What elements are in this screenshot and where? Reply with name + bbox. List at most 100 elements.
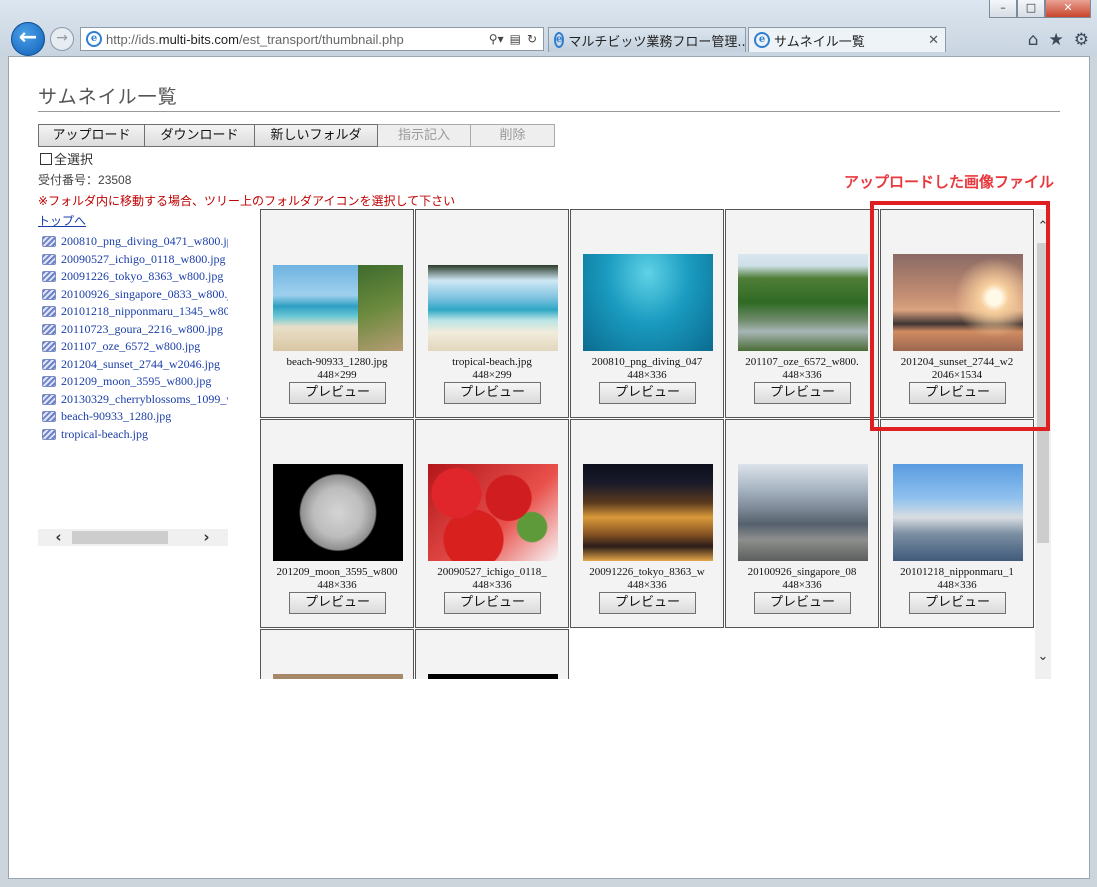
cropped-photo[interactable] <box>428 674 558 679</box>
compatibility-icon[interactable]: ▤ <box>510 32 521 46</box>
preview-button[interactable]: プレビュー <box>289 382 386 404</box>
window-controls: – □ ✕ <box>989 0 1091 18</box>
scrollbar-thumb[interactable] <box>72 531 168 544</box>
tree-file-item[interactable]: 20101218_nipponmaru_1345_w800.jpg <box>42 303 228 321</box>
address-bar[interactable]: e http://ids.multi-bits.com/est_transpor… <box>80 27 544 51</box>
preview-button[interactable]: プレビュー <box>754 592 851 614</box>
instruction-button[interactable]: 指示記入 <box>378 124 471 147</box>
url-text[interactable]: http://ids.multi-bits.com/est_transport/… <box>106 32 489 47</box>
back-arrow-icon[interactable]: ← <box>11 22 45 56</box>
tree-file-item[interactable]: tropical-beach.jpg <box>42 426 228 444</box>
tree-file-item[interactable]: 200810_png_diving_0471_w800.jpg <box>42 233 228 251</box>
thumbnail-card[interactable]: 201209_moon_3595_w800 448×336 プレビュー <box>260 419 414 628</box>
thumbnail-card[interactable]: 201107_oze_6572_w800. 448×336 プレビュー <box>725 209 879 418</box>
thumbnail-card[interactable]: 200810_png_diving_047 448×336 プレビュー <box>570 209 724 418</box>
download-button[interactable]: ダウンロード <box>145 124 255 147</box>
refresh-icon[interactable]: ↻ <box>527 32 537 46</box>
singapore-skyline-photo[interactable] <box>738 464 868 561</box>
close-window-icon[interactable]: ✕ <box>1045 0 1091 18</box>
preview-button[interactable]: プレビュー <box>599 382 696 404</box>
preview-button[interactable]: プレビュー <box>444 592 541 614</box>
tree-top-link[interactable]: トップへ <box>38 212 86 229</box>
scroll-right-icon[interactable]: › <box>198 529 215 546</box>
favorites-star-icon[interactable]: ★ <box>1049 30 1064 50</box>
tree-file-item[interactable]: beach-90933_1280.jpg <box>42 408 228 426</box>
scroll-down-icon[interactable]: ⌄ <box>1035 649 1051 669</box>
ie-logo-icon: e <box>86 31 102 47</box>
sailing-ship-photo[interactable] <box>893 464 1023 561</box>
action-toolbar: アップロード ダウンロード 新しいフォルダ 指示記入 削除 <box>38 124 555 147</box>
beach-photo[interactable] <box>273 265 403 351</box>
minimize-icon[interactable]: – <box>989 0 1017 18</box>
thumbnail-filename: beach-90933_1280.jpg <box>286 356 388 368</box>
tree-file-item[interactable]: 20130329_cherryblossoms_1099_w800.jpg <box>42 391 228 409</box>
thumbnail-card[interactable]: 20101218_nipponmaru_1 448×336 プレビュー <box>880 419 1034 628</box>
full-moon-photo[interactable] <box>273 464 403 561</box>
diving-fish-photo[interactable] <box>583 254 713 351</box>
tree-horizontal-scrollbar[interactable]: ‹ › <box>38 529 228 546</box>
tree-file-item[interactable]: 201209_moon_3595_w800.jpg <box>42 373 228 391</box>
tree-file-item[interactable]: 20091226_tokyo_8363_w800.jpg <box>42 268 228 286</box>
select-all[interactable]: 全選択 <box>40 149 93 168</box>
maximize-icon[interactable]: □ <box>1017 0 1045 18</box>
preview-button[interactable]: プレビュー <box>289 592 386 614</box>
strawberries-photo[interactable] <box>428 464 558 561</box>
tropical-beach-photo[interactable] <box>428 265 558 351</box>
image-file-icon <box>42 271 56 283</box>
thumbnail-dimensions: 448×336 <box>627 579 667 591</box>
image-file-icon <box>42 306 56 318</box>
tree-file-item[interactable]: 20100926_singapore_0833_w800.jpg <box>42 286 228 304</box>
image-file-icon <box>42 288 56 300</box>
preview-button[interactable]: プレビュー <box>599 592 696 614</box>
settings-gear-icon[interactable]: ⚙ <box>1074 30 1089 50</box>
preview-button[interactable]: プレビュー <box>444 382 541 404</box>
thumbnail-dimensions: 448×336 <box>627 369 667 381</box>
thumbnail-dimensions: 448×336 <box>317 579 357 591</box>
tab-thumbnails[interactable]: e サムネイル一覧 ✕ <box>748 27 946 52</box>
thumbnail-filename: 20101218_nipponmaru_1 <box>900 566 1014 578</box>
new-folder-button[interactable]: 新しいフォルダ <box>255 124 378 147</box>
select-all-checkbox[interactable] <box>40 152 52 165</box>
browser-toolbar-icons: ⌂ ★ ⚙ <box>1028 30 1089 50</box>
browser-chrome: – □ ✕ ← → e http://ids.multi-bits.com/es… <box>0 0 1097 56</box>
tab-label: マルチビッツ業務フロー管理... <box>568 34 746 50</box>
image-file-icon <box>42 358 56 370</box>
search-icon[interactable]: ⚲▾ <box>489 32 504 46</box>
thumbnail-card[interactable] <box>415 629 569 679</box>
tokyo-night-photo[interactable] <box>583 464 713 561</box>
tree-file-item[interactable]: 201107_oze_6572_w800.jpg <box>42 338 228 356</box>
thumbnail-card[interactable]: 20090527_ichigo_0118_ 448×336 プレビュー <box>415 419 569 628</box>
forward-arrow-icon[interactable]: → <box>50 27 74 51</box>
address-tools: ⚲▾ ▤ ↻ <box>489 32 543 46</box>
thumbnail-filename: 20091226_tokyo_8363_w <box>589 566 705 578</box>
image-file-icon <box>42 393 56 405</box>
upload-button[interactable]: アップロード <box>38 124 145 147</box>
tree-file-item[interactable]: 20110723_goura_2216_w800.jpg <box>42 321 228 339</box>
file-tree: 200810_png_diving_0471_w800.jpg 20090527… <box>42 233 228 533</box>
river-forest-photo[interactable] <box>738 254 868 351</box>
thumbnail-filename: 200810_png_diving_047 <box>591 356 703 368</box>
cropped-photo[interactable] <box>273 674 403 679</box>
thumbnail-card[interactable] <box>260 629 414 679</box>
thumbnail-filename: 20090527_ichigo_0118_ <box>437 566 547 578</box>
highlight-box <box>870 201 1050 431</box>
thumbnail-dimensions: 448×336 <box>782 579 822 591</box>
tree-file-item[interactable]: 201204_sunset_2744_w2046.jpg <box>42 356 228 374</box>
page-content: サムネイル一覧 アップロード ダウンロード 新しいフォルダ 指示記入 削除 全選… <box>8 56 1090 879</box>
tab-label: サムネイル一覧 <box>774 34 865 50</box>
thumbnail-card[interactable]: tropical-beach.jpg 448×299 プレビュー <box>415 209 569 418</box>
preview-button[interactable]: プレビュー <box>909 592 1006 614</box>
tab-workflow[interactable]: e マルチビッツ業務フロー管理... <box>548 27 746 52</box>
receipt-label: 受付番号： <box>38 173 99 187</box>
thumbnail-card[interactable]: 20100926_singapore_08 448×336 プレビュー <box>725 419 879 628</box>
scroll-left-icon[interactable]: ‹ <box>50 529 67 546</box>
tab-close-icon[interactable]: ✕ <box>928 33 939 48</box>
tree-file-item[interactable]: 20090527_ichigo_0118_w800.jpg <box>42 251 228 269</box>
thumbnail-card[interactable]: beach-90933_1280.jpg 448×299 プレビュー <box>260 209 414 418</box>
home-icon[interactable]: ⌂ <box>1028 30 1039 50</box>
thumbnail-dimensions: 448×336 <box>937 579 977 591</box>
image-file-icon <box>42 376 56 388</box>
thumbnail-card[interactable]: 20091226_tokyo_8363_w 448×336 プレビュー <box>570 419 724 628</box>
preview-button[interactable]: プレビュー <box>754 382 851 404</box>
delete-button[interactable]: 削除 <box>471 124 555 147</box>
